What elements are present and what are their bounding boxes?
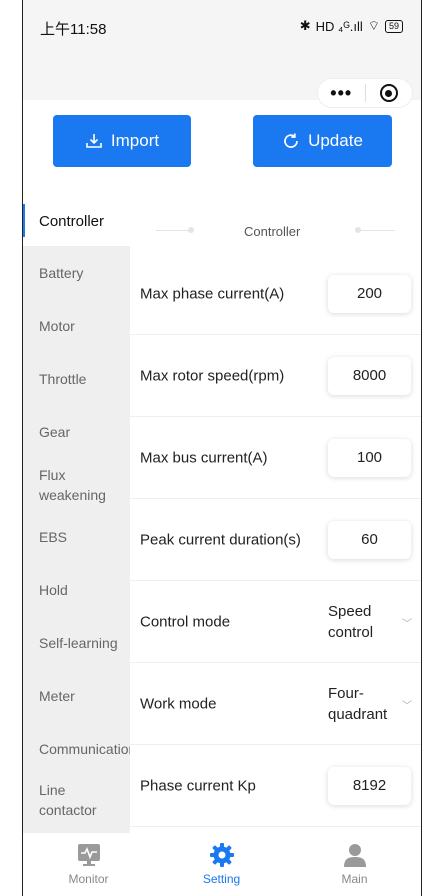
param-label: Max phase current(A) <box>140 285 285 302</box>
param-label: Peak current duration(s) <box>140 531 301 548</box>
frame-border-right <box>421 0 422 896</box>
update-button[interactable]: Update <box>253 115 392 167</box>
section-header: Controller <box>130 218 421 248</box>
sidebar-item-communication[interactable]: Communication <box>39 739 130 759</box>
sidebar-item-motor[interactable]: Motor <box>39 316 130 336</box>
param-row: Peak current duration(s) <box>130 499 421 581</box>
title-divider-right <box>359 230 395 231</box>
control-mode-select[interactable]: Speed control ﹀ <box>320 597 418 647</box>
param-row: Phase current Kp <box>130 745 421 827</box>
user-icon <box>343 844 366 867</box>
sidebar-item-line-contactor[interactable]: Line contactor <box>39 780 119 820</box>
tab-main[interactable]: Main <box>288 836 421 896</box>
sidebar-item-flux-weakening[interactable]: Flux weakening <box>39 465 119 505</box>
sidebar-item-gear[interactable]: Gear <box>39 422 130 442</box>
param-label: Max rotor speed(rpm) <box>140 367 285 384</box>
sidebar-item-label: Controller <box>39 213 105 230</box>
tab-label: Monitor <box>68 872 109 886</box>
update-label: Update <box>308 131 363 150</box>
select-value: Four-quadrant <box>328 684 388 723</box>
battery-icon: 59 <box>384 19 403 33</box>
title-dot-left <box>188 227 194 233</box>
status-icons: ✱ HD ₄ᴳ.ıll ⌔ 59 <box>300 18 403 34</box>
param-label: Work mode <box>140 695 217 712</box>
monitor-icon <box>77 844 100 866</box>
section-title: Controller <box>244 224 301 239</box>
param-label: Phase current Kp <box>140 777 256 794</box>
work-mode-select[interactable]: Four-quadrant ﹀ <box>320 679 418 729</box>
param-row: Work mode Four-quadrant ﹀ <box>130 663 421 745</box>
title-divider-left <box>156 230 190 231</box>
peak-current-duration-input[interactable] <box>328 520 411 559</box>
import-button[interactable]: Import <box>53 115 191 167</box>
import-label: Import <box>110 131 160 150</box>
max-phase-current-input[interactable] <box>328 274 411 313</box>
sidebar-item-self-learning[interactable]: Self-learning <box>39 633 130 653</box>
target-icon <box>379 84 398 102</box>
sidebar-list: Battery Motor Throttle Gear Flux weakeni… <box>22 246 130 833</box>
close-miniprogram-button[interactable] <box>365 84 412 102</box>
gear-icon <box>209 843 234 867</box>
signal-icon: HD ₄ᴳ.ıll <box>315 18 363 34</box>
sidebar-item-battery[interactable]: Battery <box>39 263 130 283</box>
wifi-icon: ⌔ <box>367 18 380 33</box>
chevron-down-icon: ﹀ <box>402 700 412 712</box>
frame-border-left <box>22 0 23 896</box>
max-bus-current-input[interactable] <box>328 438 411 477</box>
chevron-down-icon: ﹀ <box>402 618 412 630</box>
bluetooth-icon: ✱ <box>299 18 311 33</box>
param-row: Max bus current(A) <box>130 417 421 499</box>
sidebar-item-ebs[interactable]: EBS <box>39 527 130 547</box>
phase-current-kp-input[interactable] <box>328 766 411 805</box>
param-label: Max bus current(A) <box>140 449 268 466</box>
sidebar-item-meter[interactable]: Meter <box>39 686 130 706</box>
sidebar-item-controller[interactable]: Controller <box>22 196 130 246</box>
refresh-icon <box>284 133 298 148</box>
tab-monitor[interactable]: Monitor <box>22 836 155 896</box>
status-bar: 上午11:58 ✱ HD ₄ᴳ.ıll ⌔ 59 ••• <box>22 0 421 108</box>
tab-label: Main <box>341 872 368 886</box>
bottom-tab-bar: Monitor Setting Main <box>22 836 421 896</box>
sidebar-item-throttle[interactable]: Throttle <box>39 369 130 389</box>
sidebar-item-hold[interactable]: Hold <box>39 580 130 600</box>
param-row: Control mode Speed control ﹀ <box>130 581 421 663</box>
param-row: Max phase current(A) <box>130 253 421 335</box>
tab-setting[interactable]: Setting <box>155 836 288 896</box>
param-row: Max rotor speed(rpm) <box>130 335 421 417</box>
import-icon <box>86 134 102 148</box>
max-rotor-speed-input[interactable] <box>328 356 411 395</box>
miniprogram-capsule: ••• <box>317 78 413 108</box>
more-menu-button[interactable]: ••• <box>318 83 365 104</box>
select-value: Speed control <box>328 602 374 641</box>
param-label: Control mode <box>140 613 231 630</box>
tab-label: Setting <box>202 872 241 886</box>
status-time: 上午11:58 <box>40 21 107 38</box>
